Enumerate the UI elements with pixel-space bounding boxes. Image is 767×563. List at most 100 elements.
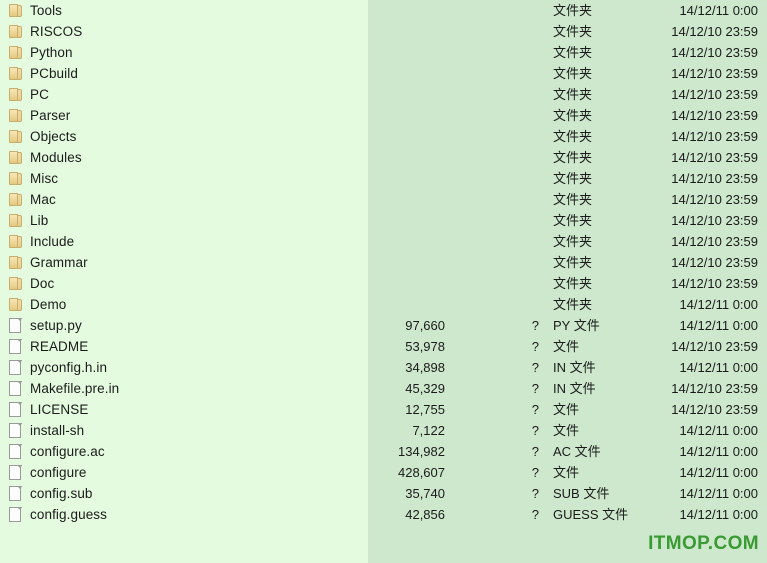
table-row[interactable]: README 53,978? 文件 14/12/10 23:59: [0, 336, 767, 357]
cell-name[interactable]: config.sub: [8, 483, 93, 504]
cell-date-modified: 14/12/10 23:59: [671, 192, 758, 207]
file-icon: [8, 465, 23, 480]
cell-date-modified: 14/12/10 23:59: [671, 276, 758, 291]
cell-date-modified: 14/12/11 0:00: [679, 360, 758, 375]
cell-name[interactable]: Mac: [8, 189, 56, 210]
cell-size: 53,978: [405, 339, 445, 354]
cell-size: 428,607: [398, 465, 445, 480]
cell-name[interactable]: Demo: [8, 294, 66, 315]
cell-date-modified: 14/12/11 0:00: [679, 486, 758, 501]
table-row[interactable]: Tools 文件夹 14/12/11 0:00: [0, 0, 767, 21]
table-row[interactable]: Misc 文件夹 14/12/10 23:59: [0, 168, 767, 189]
file-name-label: Mac: [30, 192, 56, 207]
table-row[interactable]: Parser 文件夹 14/12/10 23:59: [0, 105, 767, 126]
cell-date-modified: 14/12/10 23:59: [671, 66, 758, 81]
cell-name[interactable]: config.guess: [8, 504, 107, 525]
file-name-label: Demo: [30, 297, 67, 312]
cell-ratio: ?: [531, 402, 539, 417]
cell-name[interactable]: Python: [8, 42, 73, 63]
table-row[interactable]: Modules 文件夹 14/12/10 23:59: [0, 147, 767, 168]
cell-name[interactable]: configure.ac: [8, 441, 105, 462]
table-row[interactable]: configure 428,607? 文件 14/12/11 0:00: [0, 462, 767, 483]
cell-name[interactable]: PCbuild: [8, 63, 78, 84]
cell-type: IN 文件: [553, 381, 596, 396]
cell-name[interactable]: RISCOS: [8, 21, 82, 42]
cell-name[interactable]: install-sh: [8, 420, 84, 441]
cell-size: 97,660: [405, 318, 445, 333]
table-row[interactable]: configure.ac 134,982? AC 文件 14/12/11 0:00: [0, 441, 767, 462]
folder-icon: [8, 171, 23, 186]
table-row[interactable]: Grammar 文件夹 14/12/10 23:59: [0, 252, 767, 273]
file-name-label: PCbuild: [30, 66, 78, 81]
table-row[interactable]: setup.py 97,660? PY 文件 14/12/11 0:00: [0, 315, 767, 336]
folder-icon: [8, 297, 23, 312]
cell-name[interactable]: setup.py: [8, 315, 82, 336]
cell-name[interactable]: Makefile.pre.in: [8, 378, 119, 399]
cell-name[interactable]: Parser: [8, 105, 70, 126]
file-name-label: Doc: [30, 276, 55, 291]
table-row[interactable]: install-sh 7,122? 文件 14/12/11 0:00: [0, 420, 767, 441]
cell-type: 文件夹: [553, 171, 593, 186]
cell-type: 文件夹: [553, 3, 593, 18]
cell-type: 文件夹: [553, 192, 593, 207]
cell-date-modified: 14/12/10 23:59: [671, 150, 758, 165]
table-row[interactable]: Mac 文件夹 14/12/10 23:59: [0, 189, 767, 210]
table-row[interactable]: Python 文件夹 14/12/10 23:59: [0, 42, 767, 63]
cell-type: 文件: [553, 402, 580, 417]
file-list[interactable]: Tools 文件夹 14/12/11 0:00 RISCOS 文件夹 14/12/10 2…: [0, 0, 767, 563]
table-row[interactable]: pyconfig.h.in 34,898? IN 文件 14/12/11 0:00: [0, 357, 767, 378]
file-name-label: Python: [30, 45, 73, 60]
table-row[interactable]: PCbuild 文件夹 14/12/10 23:59: [0, 63, 767, 84]
table-row[interactable]: LICENSE 12,755? 文件 14/12/10 23:59: [0, 399, 767, 420]
table-row[interactable]: config.guess 42,856? GUESS 文件 14/12/11 0:00: [0, 504, 767, 525]
cell-date-modified: 14/12/11 0:00: [679, 465, 758, 480]
cell-name[interactable]: LICENSE: [8, 399, 88, 420]
cell-name[interactable]: configure: [8, 462, 86, 483]
table-row[interactable]: Objects 文件夹 14/12/10 23:59: [0, 126, 767, 147]
cell-name[interactable]: Doc: [8, 273, 54, 294]
file-name-label: configure: [30, 465, 87, 480]
cell-size: 7,122: [412, 423, 445, 438]
cell-name[interactable]: PC: [8, 84, 49, 105]
table-row[interactable]: Makefile.pre.in 45,329? IN 文件 14/12/10 23:5…: [0, 378, 767, 399]
cell-date-modified: 14/12/11 0:00: [679, 297, 758, 312]
cell-type: 文件夹: [553, 129, 593, 144]
table-row[interactable]: Demo 文件夹 14/12/11 0:00: [0, 294, 767, 315]
cell-ratio: ?: [531, 465, 539, 480]
file-icon: [8, 486, 23, 501]
table-row[interactable]: PC 文件夹 14/12/10 23:59: [0, 84, 767, 105]
cell-name[interactable]: README: [8, 336, 88, 357]
cell-date-modified: 14/12/10 23:59: [671, 402, 758, 417]
table-row[interactable]: config.sub 35,740? SUB 文件 14/12/11 0:00: [0, 483, 767, 504]
cell-name[interactable]: Include: [8, 231, 74, 252]
file-icon: [8, 360, 23, 375]
folder-icon: [8, 87, 23, 102]
cell-date-modified: 14/12/10 23:59: [671, 234, 758, 249]
file-name-label: Grammar: [30, 255, 88, 270]
cell-name[interactable]: Lib: [8, 210, 48, 231]
file-name-label: Modules: [30, 150, 82, 165]
table-row[interactable]: Include 文件夹 14/12/10 23:59: [0, 231, 767, 252]
cell-type: 文件: [553, 339, 580, 354]
file-name-label: pyconfig.h.in: [30, 360, 108, 375]
cell-date-modified: 14/12/10 23:59: [671, 213, 758, 228]
file-name-label: RISCOS: [30, 24, 83, 39]
folder-icon: [8, 129, 23, 144]
cell-ratio: ?: [531, 507, 539, 522]
file-icon: [8, 507, 23, 522]
table-row[interactable]: Lib 文件夹 14/12/10 23:59: [0, 210, 767, 231]
cell-name[interactable]: Tools: [8, 0, 62, 21]
cell-type: 文件夹: [553, 297, 593, 312]
cell-size: 12,755: [405, 402, 445, 417]
cell-size: 134,982: [398, 444, 445, 459]
cell-name[interactable]: pyconfig.h.in: [8, 357, 107, 378]
folder-icon: [8, 192, 23, 207]
file-name-label: Include: [30, 234, 75, 249]
cell-ratio: ?: [531, 381, 539, 396]
cell-name[interactable]: Objects: [8, 126, 76, 147]
cell-name[interactable]: Grammar: [8, 252, 88, 273]
cell-name[interactable]: Modules: [8, 147, 82, 168]
table-row[interactable]: Doc 文件夹 14/12/10 23:59: [0, 273, 767, 294]
table-row[interactable]: RISCOS 文件夹 14/12/10 23:59: [0, 21, 767, 42]
cell-name[interactable]: Misc: [8, 168, 58, 189]
